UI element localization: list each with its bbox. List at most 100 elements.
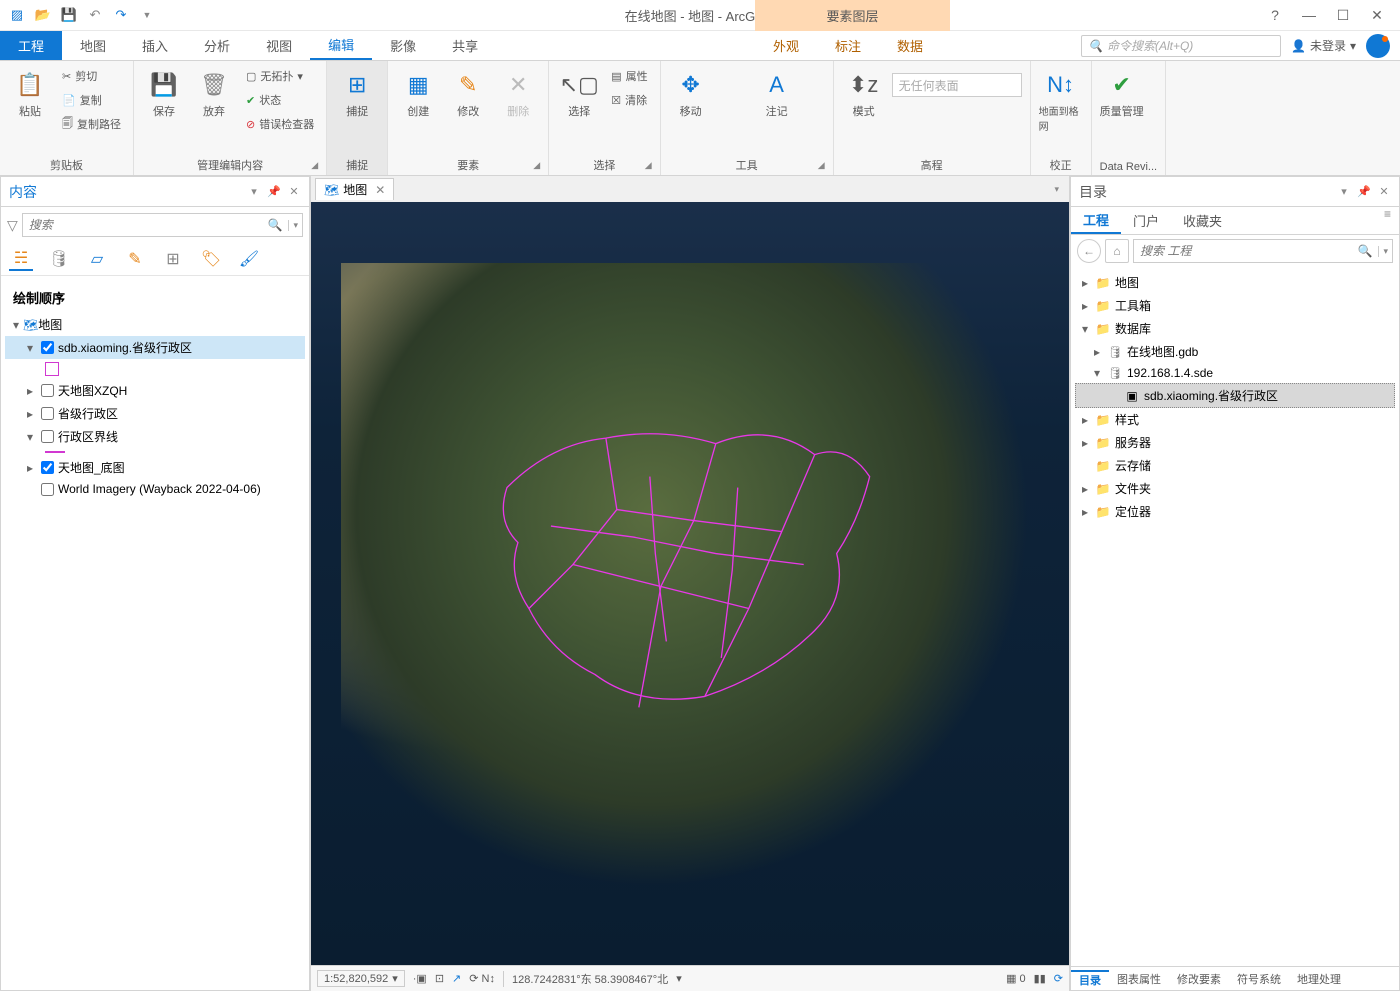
dropdown-icon[interactable]: ▾ bbox=[247, 185, 261, 199]
annotate-button[interactable]: A注记 bbox=[755, 65, 799, 119]
search-dropdown-icon[interactable]: ▾ bbox=[288, 220, 302, 231]
modify-button[interactable]: ✎修改 bbox=[446, 65, 490, 119]
tree-feature-class[interactable]: ▣sdb.xiaoming.省级行政区 bbox=[1075, 383, 1395, 408]
pin-icon[interactable]: 📌 bbox=[1357, 185, 1371, 199]
map-canvas[interactable] bbox=[311, 202, 1069, 965]
toc-layer-sdb[interactable]: ▾sdb.xiaoming.省级行政区 bbox=[5, 336, 305, 359]
paste-button[interactable]: 📋粘贴 bbox=[8, 65, 52, 119]
quality-button[interactable]: ✔质量管理 bbox=[1100, 65, 1144, 119]
tab-data[interactable]: 数据 bbox=[879, 31, 941, 60]
search-icon[interactable]: 🔍 bbox=[262, 218, 289, 232]
close-button[interactable]: ✕ bbox=[1362, 3, 1392, 27]
menu-icon[interactable]: ≡ bbox=[1376, 207, 1399, 234]
list-labeling-icon[interactable]: 🏷 bbox=[199, 247, 223, 271]
status-button[interactable]: ✔ 状态 bbox=[242, 89, 318, 111]
delete-button[interactable]: ✕删除 bbox=[496, 65, 540, 119]
open-icon[interactable]: 📂 bbox=[32, 4, 54, 26]
mode-button[interactable]: ⬍z模式 bbox=[842, 65, 886, 119]
attributes-button[interactable]: ▤ 属性 bbox=[607, 65, 651, 87]
layer-checkbox[interactable] bbox=[41, 461, 54, 474]
toc-layer-tdt[interactable]: ▸天地图XZQH bbox=[5, 379, 305, 402]
list-drawing-order-icon[interactable]: ☵ bbox=[9, 247, 33, 271]
search-dropdown-icon[interactable]: ▾ bbox=[1378, 246, 1392, 257]
save-edits-button[interactable]: 💾保存 bbox=[142, 65, 186, 119]
help-button[interactable]: ? bbox=[1260, 3, 1290, 27]
select-button[interactable]: ↖▢选择 bbox=[557, 65, 601, 119]
status-icon[interactable]: ·▣ bbox=[413, 972, 427, 985]
map-tab[interactable]: 🗺地图 ✕ bbox=[315, 178, 394, 200]
layer-checkbox[interactable] bbox=[41, 483, 54, 496]
catalog-tab-project[interactable]: 工程 bbox=[1071, 207, 1121, 234]
list-editing-icon[interactable]: ✎ bbox=[123, 247, 147, 271]
close-panel-icon[interactable]: ✕ bbox=[287, 185, 301, 199]
toc-layer-prov[interactable]: ▸省级行政区 bbox=[5, 402, 305, 425]
no-topology-button[interactable]: ▢ 无拓扑 ▾ bbox=[242, 65, 318, 87]
undo-icon[interactable]: ↶ bbox=[84, 4, 106, 26]
tree-sde[interactable]: ▾🛢192.168.1.4.sde bbox=[1075, 363, 1395, 383]
command-search[interactable]: 🔍 命令搜索(Alt+Q) bbox=[1081, 35, 1281, 57]
snap-button[interactable]: ⊞捕捉 bbox=[335, 65, 379, 119]
new-project-icon[interactable]: ▨ bbox=[6, 4, 28, 26]
btab-symbology[interactable]: 符号系统 bbox=[1229, 971, 1289, 987]
tab-edit[interactable]: 编辑 bbox=[310, 31, 372, 60]
list-source-icon[interactable]: 🛢 bbox=[47, 247, 71, 271]
tree-folders[interactable]: ▸📁文件夹 bbox=[1075, 477, 1395, 500]
copy-button[interactable]: 📄 复制 bbox=[58, 89, 125, 111]
tree-gdb[interactable]: ▸🛢在线地图.gdb bbox=[1075, 340, 1395, 363]
catalog-search[interactable]: 🔍 ▾ bbox=[1133, 239, 1393, 263]
move-button[interactable]: ✥移动 bbox=[669, 65, 713, 119]
maximize-button[interactable]: ☐ bbox=[1328, 3, 1358, 27]
list-perspective-icon[interactable]: 🖌 bbox=[237, 247, 261, 271]
toc-layer-boundary[interactable]: ▾行政区界线 bbox=[5, 425, 305, 448]
pin-icon[interactable]: 📌 bbox=[267, 185, 281, 199]
tree-databases[interactable]: ▾📁数据库 bbox=[1075, 317, 1395, 340]
btab-geoprocessing[interactable]: 地理处理 bbox=[1289, 971, 1349, 987]
dropdown-icon[interactable]: ▾ bbox=[1337, 185, 1351, 199]
save-icon[interactable]: 💾 bbox=[58, 4, 80, 26]
pause-icon[interactable]: ▮▮ bbox=[1034, 972, 1046, 985]
tab-map[interactable]: 地图 bbox=[62, 31, 124, 60]
tree-toolbox[interactable]: ▸📁工具箱 bbox=[1075, 294, 1395, 317]
layer-checkbox[interactable] bbox=[41, 430, 54, 443]
layer-checkbox[interactable] bbox=[41, 384, 54, 397]
cut-button[interactable]: ✂ 剪切 bbox=[58, 65, 125, 87]
clear-selection-button[interactable]: ☒ 清除 bbox=[607, 89, 651, 111]
tab-imagery[interactable]: 影像 bbox=[372, 31, 434, 60]
view-options-icon[interactable]: ▾ bbox=[1048, 184, 1065, 195]
contents-search-input[interactable] bbox=[23, 218, 262, 232]
close-panel-icon[interactable]: ✕ bbox=[1377, 185, 1391, 199]
tab-view[interactable]: 视图 bbox=[248, 31, 310, 60]
toc-layer-imagery[interactable]: ▸World Imagery (Wayback 2022-04-06) bbox=[5, 479, 305, 499]
ground-to-grid-button[interactable]: N↕地面到格网 bbox=[1039, 65, 1083, 133]
layer-checkbox[interactable] bbox=[41, 341, 54, 354]
tab-insert[interactable]: 插入 bbox=[124, 31, 186, 60]
refresh-icon[interactable]: ⟳ bbox=[1054, 972, 1063, 985]
tree-maps[interactable]: ▸📁地图 bbox=[1075, 271, 1395, 294]
search-icon[interactable]: 🔍 bbox=[1352, 244, 1379, 258]
discard-button[interactable]: 🗑放弃 bbox=[192, 65, 236, 119]
scale-selector[interactable]: 1:52,820,592 ▾ bbox=[317, 970, 405, 987]
tab-project[interactable]: 工程 bbox=[0, 31, 62, 60]
contents-search[interactable]: 🔍 ▾ bbox=[22, 213, 303, 237]
btab-catalog[interactable]: 目录 bbox=[1071, 970, 1109, 988]
layer-checkbox[interactable] bbox=[41, 407, 54, 420]
login-status[interactable]: 👤未登录 ▾ bbox=[1291, 37, 1356, 54]
create-button[interactable]: ▦创建 bbox=[396, 65, 440, 119]
status-icon[interactable]: ⊡ bbox=[435, 972, 444, 985]
error-inspector-button[interactable]: ⊘ 错误检查器 bbox=[242, 113, 318, 135]
tree-cloud[interactable]: 📁云存储 bbox=[1075, 454, 1395, 477]
tree-styles[interactable]: ▸📁样式 bbox=[1075, 408, 1395, 431]
toc-map-item[interactable]: ▾🗺 地图 bbox=[5, 313, 305, 336]
selected-features[interactable]: ▦ 0 bbox=[1006, 972, 1026, 985]
list-selection-icon[interactable]: ▱ bbox=[85, 247, 109, 271]
minimize-button[interactable]: — bbox=[1294, 3, 1324, 27]
tab-share[interactable]: 共享 bbox=[434, 31, 496, 60]
catalog-tab-favorites[interactable]: 收藏夹 bbox=[1171, 207, 1234, 234]
tab-analysis[interactable]: 分析 bbox=[186, 31, 248, 60]
tab-appearance[interactable]: 外观 bbox=[755, 31, 817, 60]
list-snapping-icon[interactable]: ⊞ bbox=[161, 247, 185, 271]
home-icon[interactable]: ⌂ bbox=[1105, 239, 1129, 263]
copy-path-button[interactable]: 🗐 复制路径 bbox=[58, 113, 125, 135]
back-icon[interactable]: ← bbox=[1077, 239, 1101, 263]
filter-icon[interactable]: ▽ bbox=[7, 217, 18, 234]
